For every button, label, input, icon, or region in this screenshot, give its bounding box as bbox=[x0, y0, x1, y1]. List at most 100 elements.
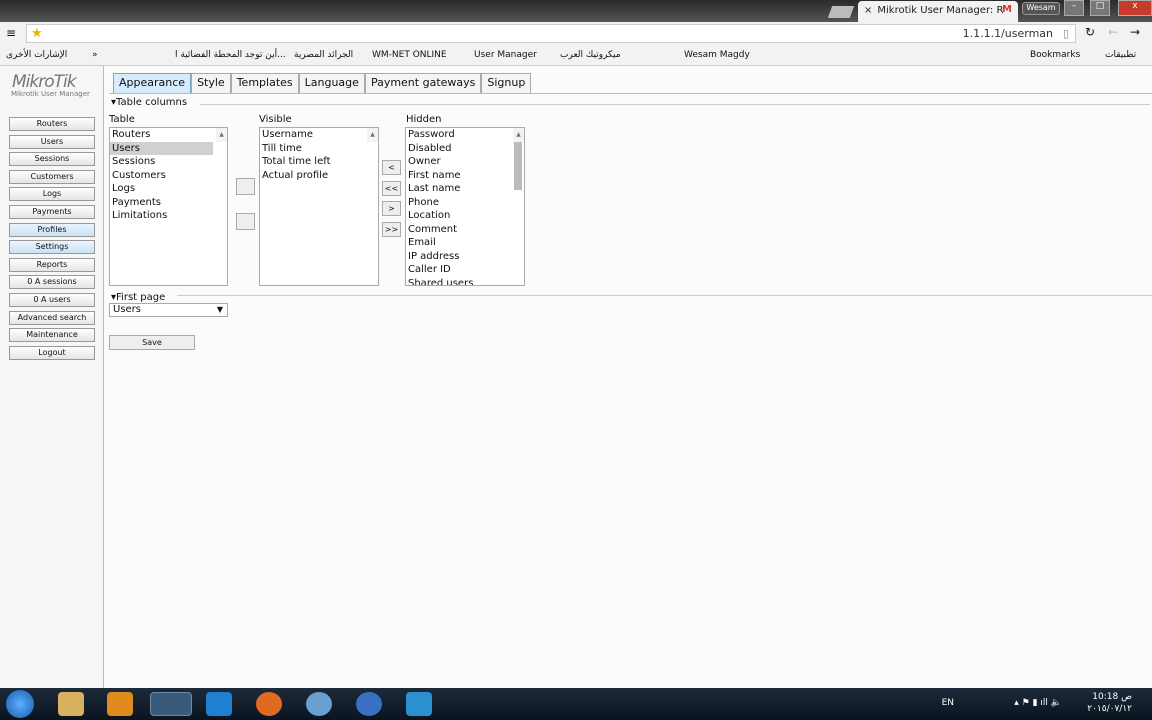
bookmark-item[interactable]: Bookmarks bbox=[1030, 50, 1080, 60]
list-option[interactable]: Location bbox=[406, 209, 524, 223]
new-tab-button[interactable] bbox=[827, 6, 855, 18]
list-option[interactable]: First name bbox=[406, 169, 524, 183]
address-bar-row: ≡ ★ 1.1.1.1/userman ▯ ↻ ← → bbox=[0, 22, 1152, 45]
outlook-icon[interactable] bbox=[107, 692, 133, 716]
app-icon[interactable] bbox=[356, 692, 382, 716]
sidebar-item-routers[interactable]: Routers bbox=[9, 117, 95, 131]
list-option[interactable]: Limitations bbox=[110, 209, 213, 223]
language-indicator[interactable]: EN bbox=[942, 698, 954, 708]
menu-icon[interactable]: ≡ bbox=[6, 26, 16, 40]
table-listbox[interactable]: Routers Users Sessions Customers Logs Payment… bbox=[109, 127, 228, 286]
move-button[interactable]: << bbox=[382, 180, 401, 196]
list-option[interactable]: Logs bbox=[110, 182, 213, 196]
list-option[interactable]: Owner bbox=[406, 155, 524, 169]
clock-time[interactable]: 10:18 ص bbox=[1092, 692, 1132, 702]
list-option[interactable]: Comment bbox=[406, 223, 524, 237]
bookmark-overflow[interactable]: » bbox=[92, 50, 98, 60]
bookmark-item[interactable]: الجرائد المصرية bbox=[294, 50, 353, 60]
sidebar-item-0-a-sessions[interactable]: 0 A sessions bbox=[9, 275, 95, 290]
list-option[interactable]: Till time bbox=[260, 142, 378, 156]
list-option[interactable]: Users bbox=[110, 141, 213, 155]
list-option[interactable]: Last name bbox=[406, 182, 524, 196]
page-icon: ▯ bbox=[1062, 27, 1069, 40]
tab-language[interactable]: Language bbox=[298, 73, 365, 93]
tab-style[interactable]: Style bbox=[191, 73, 231, 93]
sidebar-item-logs[interactable]: Logs bbox=[9, 187, 95, 202]
sidebar-item-maintenance[interactable]: Maintenance bbox=[9, 328, 95, 343]
forward-icon[interactable]: → bbox=[1130, 25, 1140, 39]
bookmark-item[interactable]: ميكروتيك العرب bbox=[560, 50, 621, 60]
table-columns-legend[interactable]: ▾Table columns bbox=[111, 97, 187, 108]
list-option[interactable]: Email bbox=[406, 236, 524, 250]
sidebar-item-sessions[interactable]: Sessions bbox=[9, 152, 95, 167]
first-page-legend[interactable]: ▾First page bbox=[111, 292, 165, 303]
star-icon[interactable]: ★ bbox=[31, 26, 43, 41]
sidebar-item-settings[interactable]: Settings bbox=[9, 240, 95, 255]
app-icon[interactable] bbox=[406, 692, 432, 716]
visible-columns-listbox[interactable]: Username Till time Total time left Actual p… bbox=[259, 127, 379, 286]
list-option[interactable]: Customers bbox=[110, 169, 213, 183]
list-option[interactable]: Shared users bbox=[406, 277, 524, 286]
browser-titlebar: × Mikrotik User Manager: RM Wesam – □ x bbox=[0, 0, 1152, 22]
explorer-icon[interactable] bbox=[58, 692, 84, 716]
tray-icons[interactable]: ▴ ⚑ ▮ ıll 🔈 bbox=[1014, 698, 1062, 708]
move-button[interactable]: < bbox=[382, 160, 401, 175]
reload-icon[interactable]: ↻ bbox=[1085, 25, 1095, 39]
bookmark-item[interactable]: Wesam Magdy bbox=[684, 50, 750, 60]
browser-tab[interactable]: × Mikrotik User Manager: RM bbox=[858, 1, 1018, 22]
bookmark-apps[interactable]: تطبيقات bbox=[1105, 50, 1136, 60]
list-option[interactable]: Username bbox=[260, 128, 378, 142]
list-option[interactable]: Caller ID bbox=[406, 263, 524, 277]
hidden-columns-listbox[interactable]: Password Disabled Owner First name Last name… bbox=[405, 127, 525, 286]
scrollbar-thumb[interactable] bbox=[514, 142, 522, 190]
app-icon[interactable] bbox=[306, 692, 332, 716]
move-down-button[interactable] bbox=[236, 213, 255, 230]
move-button[interactable]: >> bbox=[382, 221, 401, 237]
tab-signup[interactable]: Signup bbox=[481, 73, 532, 93]
sidebar-item-reports[interactable]: Reports bbox=[9, 257, 95, 272]
bookmark-item[interactable]: User Manager bbox=[474, 50, 537, 60]
firefox-icon[interactable] bbox=[256, 692, 282, 716]
back-icon[interactable]: ← bbox=[1108, 25, 1118, 39]
list-option[interactable]: Total time left bbox=[260, 155, 378, 169]
tab-templates[interactable]: Templates bbox=[230, 73, 299, 93]
bookmark-other[interactable]: الإشارات الأخرى bbox=[6, 50, 67, 60]
list-option[interactable]: Disabled bbox=[406, 142, 524, 156]
clock-date[interactable]: ٢٠١٥/٠٧/١٢ bbox=[1087, 704, 1132, 714]
minimize-button[interactable]: – bbox=[1064, 0, 1084, 16]
sidebar-item-0-a-users[interactable]: 0 A users bbox=[9, 293, 95, 307]
sidebar-item-advanced-search[interactable]: Advanced search bbox=[9, 310, 95, 325]
close-window-button[interactable]: x bbox=[1118, 0, 1152, 16]
scrollbar[interactable]: ▲ bbox=[367, 128, 378, 142]
move-up-button[interactable] bbox=[236, 178, 255, 195]
list-option[interactable]: Routers bbox=[110, 128, 213, 142]
sidebar-item-profiles[interactable]: Profiles bbox=[9, 222, 95, 237]
bookmark-item[interactable]: أين توجد المحطة الفضائية ا... bbox=[175, 50, 286, 60]
list-option[interactable]: IP address bbox=[406, 250, 524, 264]
profile-button[interactable]: Wesam bbox=[1022, 2, 1060, 15]
sidebar-item-payments[interactable]: Payments bbox=[9, 205, 95, 219]
move-button[interactable]: > bbox=[382, 201, 401, 216]
teamviewer-icon[interactable] bbox=[206, 692, 232, 716]
sidebar-item-logout[interactable]: Logout bbox=[9, 345, 95, 360]
tab-appearance[interactable]: Appearance bbox=[113, 73, 192, 93]
chrome-icon[interactable] bbox=[150, 692, 192, 716]
sidebar-item-users[interactable]: Users bbox=[9, 134, 95, 149]
scrollbar[interactable]: ▲ bbox=[216, 128, 227, 142]
list-option[interactable]: Sessions bbox=[110, 155, 213, 169]
save-button[interactable]: Save bbox=[109, 335, 195, 350]
list-option[interactable]: Password bbox=[406, 128, 524, 142]
list-option[interactable]: Payments bbox=[110, 196, 213, 210]
maximize-button[interactable]: □ bbox=[1090, 0, 1110, 16]
tab-payment-gateways[interactable]: Payment gateways bbox=[364, 73, 482, 93]
bookmark-item[interactable]: WM-NET ONLINE bbox=[372, 50, 447, 60]
close-tab-icon[interactable]: × bbox=[864, 5, 872, 16]
start-button[interactable] bbox=[6, 690, 34, 718]
list-option[interactable]: Phone bbox=[406, 196, 524, 210]
logo-subtitle: Mikrotik User Manager bbox=[11, 90, 90, 98]
sidebar-item-customers[interactable]: Customers bbox=[9, 169, 95, 184]
url-input[interactable]: ★ 1.1.1.1/userman ▯ bbox=[26, 24, 1076, 43]
first-page-select[interactable]: Users ▼ bbox=[109, 303, 228, 317]
scrollbar[interactable]: ▲ bbox=[513, 128, 524, 190]
list-option[interactable]: Actual profile bbox=[260, 169, 378, 183]
